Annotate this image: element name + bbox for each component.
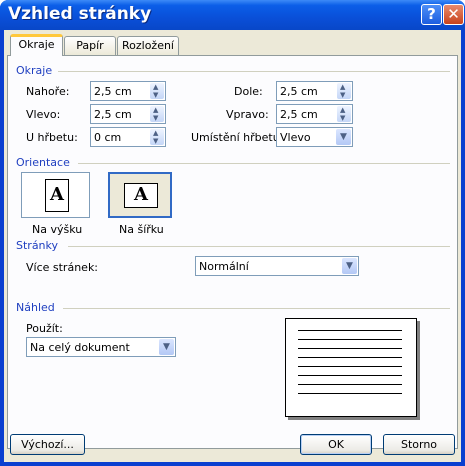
gutter-position-value: Vlevo — [280, 131, 311, 144]
spin-arrows[interactable]: ▲ ▼ — [150, 83, 164, 99]
tab-okraje[interactable]: Okraje — [10, 34, 63, 56]
preview-text-line — [298, 384, 402, 385]
spin-arrows[interactable]: ▲ ▼ — [337, 83, 351, 99]
apply-to-value: Na celý dokument — [30, 341, 130, 354]
landscape-option[interactable]: A — [108, 172, 172, 218]
preview-text-line — [298, 339, 402, 340]
section-heading-orientation: Orientace — [16, 156, 70, 169]
right-margin-value: 2,5 cm — [280, 108, 318, 121]
preview-text-line — [298, 348, 402, 349]
divider — [58, 71, 450, 72]
tab-label: Okraje — [18, 38, 55, 51]
bottom-margin-spinner[interactable]: 2,5 cm ▲ ▼ — [276, 81, 353, 101]
chevron-down-icon[interactable]: ▼ — [342, 258, 357, 274]
page-preview — [285, 318, 417, 417]
dialog-window: Vzhled stránky ? ✕ Okraje Papír Rozložen… — [0, 0, 465, 466]
help-button[interactable]: ? — [421, 4, 442, 25]
preview-text-line — [298, 330, 402, 331]
tab-papir[interactable]: Papír — [64, 36, 116, 55]
gutter-position-label: Umístění hřbetu: — [191, 131, 284, 144]
divider — [63, 308, 450, 309]
apply-to-label: Použít: — [26, 322, 63, 335]
left-margin-value: 2,5 cm — [94, 108, 132, 121]
apply-to-select[interactable]: Na celý dokument ▼ — [26, 337, 176, 357]
title-bar[interactable]: Vzhled stránky ? ✕ — [0, 0, 465, 30]
section-heading-preview: Náhled — [16, 301, 55, 314]
portrait-page-icon: A — [45, 179, 69, 212]
gutter-value: 0 cm — [94, 131, 122, 144]
tab-label: Papír — [76, 39, 104, 52]
spin-arrows[interactable]: ▲ ▼ — [150, 106, 164, 122]
gutter-label: U hřbetu: — [26, 131, 78, 144]
chevron-down-icon[interactable]: ▼ — [336, 129, 351, 145]
bottom-margin-value: 2,5 cm — [280, 85, 318, 98]
gutter-position-select[interactable]: Vlevo ▼ — [276, 127, 353, 147]
dialog-client: Okraje Papír Rozložení Okraje Nahoře: 2,… — [4, 30, 461, 462]
top-margin-label: Nahoře: — [26, 85, 70, 98]
left-margin-label: Vlevo: — [26, 108, 61, 121]
section-heading-margins: Okraje — [16, 64, 53, 77]
default-button[interactable]: Výchozí... — [10, 434, 85, 455]
preview-text-line — [298, 357, 402, 358]
close-button[interactable]: ✕ — [443, 4, 464, 25]
right-margin-spinner[interactable]: 2,5 cm ▲ ▼ — [276, 104, 353, 124]
multiple-pages-label: Více stránek: — [26, 261, 99, 274]
bottom-margin-label: Dole: — [234, 85, 263, 98]
right-margin-label: Vpravo: — [226, 108, 269, 121]
gutter-spinner[interactable]: 0 cm ▲ ▼ — [90, 127, 166, 147]
tab-rozlozeni[interactable]: Rozložení — [117, 36, 179, 55]
preview-text-line — [298, 375, 402, 376]
spin-arrows[interactable]: ▲ ▼ — [150, 129, 164, 145]
portrait-label: Na výšku — [32, 223, 83, 236]
section-heading-pages: Stránky — [16, 239, 59, 252]
tab-label: Rozložení — [121, 39, 174, 52]
spin-arrows[interactable]: ▲ ▼ — [337, 106, 351, 122]
preview-text-line — [298, 393, 402, 394]
landscape-label: Na šířku — [119, 223, 164, 236]
window-title: Vzhled stránky — [8, 4, 152, 24]
left-margin-spinner[interactable]: 2,5 cm ▲ ▼ — [90, 104, 166, 124]
portrait-option[interactable]: A — [21, 172, 90, 218]
top-margin-value: 2,5 cm — [94, 85, 132, 98]
top-margin-spinner[interactable]: 2,5 cm ▲ ▼ — [90, 81, 166, 101]
cancel-button[interactable]: Storno — [383, 434, 455, 455]
chevron-down-icon[interactable]: ▼ — [159, 339, 174, 355]
ok-button[interactable]: OK — [300, 434, 372, 455]
multiple-pages-value: Normální — [199, 260, 249, 273]
divider — [78, 163, 450, 164]
multiple-pages-select[interactable]: Normální ▼ — [195, 256, 359, 276]
landscape-page-icon: A — [124, 183, 158, 208]
divider — [68, 246, 450, 247]
preview-text-line — [298, 366, 402, 367]
